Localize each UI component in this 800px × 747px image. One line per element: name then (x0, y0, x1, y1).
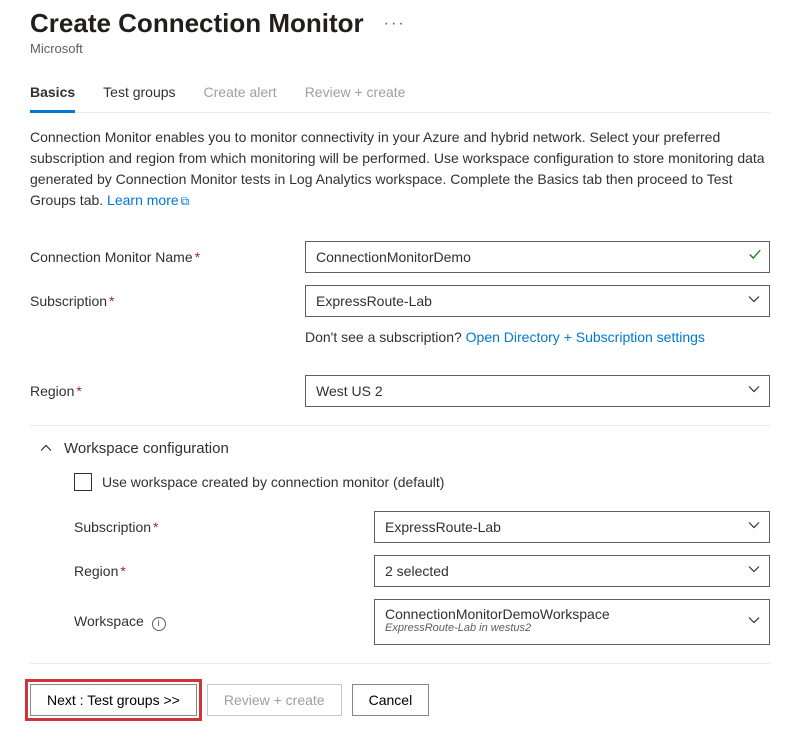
workspace-subscription-select[interactable]: ExpressRoute-Lab (374, 511, 770, 543)
open-directory-link[interactable]: Open Directory + Subscription settings (466, 329, 705, 345)
label-workspace-subscription: Subscription* (74, 519, 374, 535)
tab-review-create: Review + create (305, 76, 406, 113)
required-indicator: * (195, 249, 200, 265)
label-workspace-region: Region* (74, 563, 374, 579)
required-indicator: * (153, 519, 158, 535)
use-default-workspace-label: Use workspace created by connection moni… (102, 474, 444, 490)
required-indicator: * (109, 293, 114, 309)
required-indicator: * (76, 383, 81, 399)
required-indicator: * (120, 563, 125, 579)
subscription-select[interactable]: ExpressRoute-Lab (305, 285, 770, 317)
label-workspace: Workspace i (74, 613, 374, 631)
tab-test-groups[interactable]: Test groups (103, 76, 175, 113)
label-region: Region* (30, 383, 305, 399)
learn-more-link[interactable]: Learn more⧉ (107, 192, 189, 208)
description-text: Connection Monitor enables you to monito… (30, 127, 770, 211)
next-test-groups-button[interactable]: Next : Test groups >> (30, 684, 197, 716)
info-icon[interactable]: i (152, 617, 166, 631)
workspace-select[interactable]: ConnectionMonitorDemoWorkspace ExpressRo… (374, 599, 770, 645)
use-default-workspace-checkbox[interactable] (74, 473, 92, 491)
subscription-help-text: Don't see a subscription? Open Directory… (305, 329, 770, 345)
page-subtitle: Microsoft (30, 41, 770, 56)
cancel-button[interactable]: Cancel (352, 684, 430, 716)
check-icon (748, 248, 762, 267)
label-connection-monitor-name: Connection Monitor Name* (30, 249, 305, 265)
page-title: Create Connection Monitor (30, 8, 364, 39)
workspace-configuration-toggle[interactable]: Workspace configuration (30, 440, 770, 457)
tab-create-alert: Create alert (204, 76, 277, 113)
chevron-up-icon (40, 441, 52, 457)
more-icon[interactable]: ··· (384, 15, 406, 33)
external-link-icon: ⧉ (181, 194, 190, 208)
divider (30, 425, 770, 426)
workspace-region-select[interactable]: 2 selected (374, 555, 770, 587)
divider (30, 663, 770, 664)
tab-bar: Basics Test groups Create alert Review +… (30, 76, 770, 113)
tab-basics[interactable]: Basics (30, 76, 75, 113)
review-create-button: Review + create (207, 684, 342, 716)
label-subscription: Subscription* (30, 293, 305, 309)
workspace-configuration-title: Workspace configuration (64, 440, 229, 457)
region-select[interactable]: West US 2 (305, 375, 770, 407)
connection-monitor-name-input[interactable] (305, 241, 770, 273)
